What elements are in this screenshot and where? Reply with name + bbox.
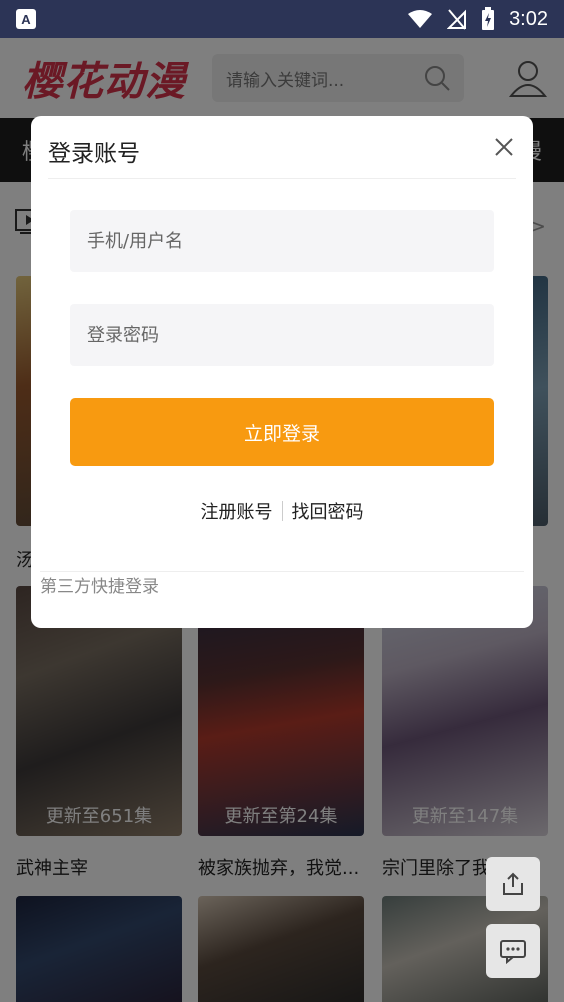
dialog-title: 登录账号 [48, 141, 140, 167]
login-dialog: 登录账号 立即登录 注册账号 找回密码 第三方快捷登录 [31, 116, 533, 628]
link-separator [281, 501, 283, 521]
comment-button[interactable] [486, 924, 540, 978]
divider [48, 178, 516, 179]
register-link[interactable]: 注册账号 [201, 498, 273, 524]
chat-icon [500, 940, 526, 964]
status-time: 3:02 [509, 7, 548, 30]
close-icon[interactable] [493, 136, 515, 158]
username-input[interactable] [70, 210, 494, 272]
status-bar: A 3:02 [0, 0, 564, 38]
battery-charging-icon [482, 7, 495, 30]
wifi-icon [408, 10, 433, 28]
app-icon-letter: A [21, 11, 31, 27]
no-signal-icon [447, 9, 467, 30]
status-icons: 3:02 [407, 7, 548, 31]
login-button[interactable]: 立即登录 [70, 398, 494, 466]
third-party-login-label: 第三方快捷登录 [40, 577, 159, 597]
share-button[interactable] [486, 857, 540, 911]
share-icon [503, 872, 523, 895]
forgot-password-link[interactable]: 找回密码 [292, 498, 364, 524]
password-input[interactable] [70, 304, 494, 366]
account-links: 注册账号 找回密码 [31, 498, 533, 524]
app-notification-icon: A [16, 9, 36, 29]
